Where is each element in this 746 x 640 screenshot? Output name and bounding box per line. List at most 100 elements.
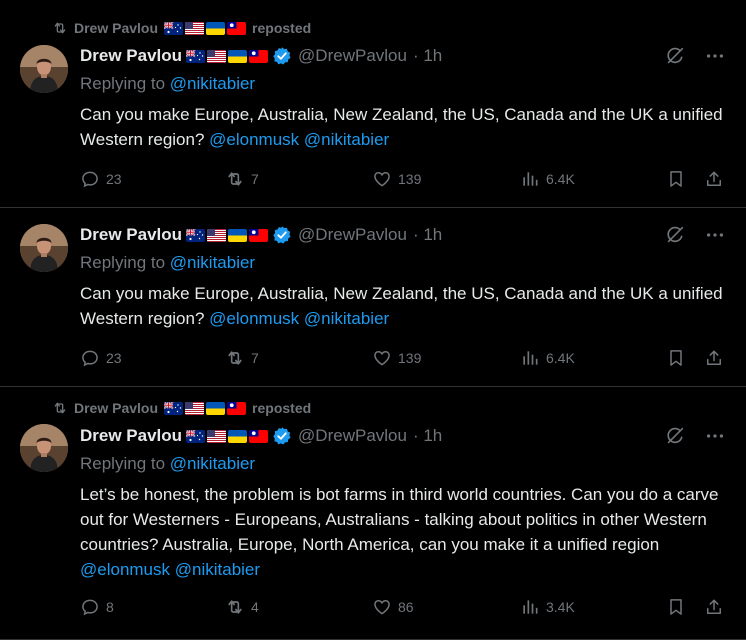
ukraine-flag-icon bbox=[206, 402, 225, 415]
author-handle[interactable]: @DrewPavlou bbox=[298, 225, 407, 245]
repost-indicator: Drew Pavlou reposted bbox=[52, 19, 311, 37]
share-icon bbox=[704, 348, 724, 368]
reply-button[interactable]: 23 bbox=[80, 169, 122, 189]
reply-button[interactable]: 8 bbox=[80, 597, 114, 617]
mention-link[interactable]: @elonmusk bbox=[209, 309, 299, 328]
repost-count: 7 bbox=[251, 350, 259, 366]
views-button[interactable]: 3.4K bbox=[520, 597, 575, 617]
views-button[interactable]: 6.4K bbox=[520, 169, 575, 189]
mention-link[interactable]: @elonmusk bbox=[209, 130, 299, 149]
verified-badge-icon[interactable] bbox=[272, 426, 292, 446]
views-button[interactable]: 6.4K bbox=[520, 348, 575, 368]
us-flag-icon bbox=[207, 229, 226, 242]
share-button[interactable] bbox=[704, 348, 724, 368]
heart-icon bbox=[372, 597, 392, 617]
tweet-text: Let’s be honest, the problem is bot farm… bbox=[80, 482, 730, 582]
tweet-top-actions bbox=[664, 45, 726, 67]
timestamp[interactable]: · 1h bbox=[413, 225, 442, 245]
replying-to-mention[interactable]: @nikitabier bbox=[170, 454, 255, 473]
bookmark-button[interactable] bbox=[666, 169, 686, 189]
like-button[interactable]: 139 bbox=[372, 348, 421, 368]
reply-count: 23 bbox=[106, 171, 122, 187]
replying-to: Replying to @nikitabier bbox=[80, 454, 255, 474]
tweet-1[interactable]: Drew Pavlou reposted Drew Pavlou @DrewPa… bbox=[0, 0, 746, 207]
tweet-2[interactable]: Drew Pavlou @DrewPavlou · 1h Replying to… bbox=[0, 208, 746, 386]
more-options-icon[interactable] bbox=[704, 425, 726, 447]
view-count: 6.4K bbox=[546, 171, 575, 187]
mention-link[interactable]: @elonmusk bbox=[80, 560, 170, 579]
timestamp[interactable]: · 1h bbox=[413, 46, 442, 66]
repost-button[interactable]: 7 bbox=[225, 169, 259, 189]
reply-count: 23 bbox=[106, 350, 122, 366]
grok-icon[interactable] bbox=[664, 224, 686, 246]
australia-flag-icon bbox=[186, 430, 205, 443]
more-options-icon[interactable] bbox=[704, 45, 726, 67]
tweet-top-actions bbox=[664, 224, 726, 246]
reply-icon bbox=[80, 169, 100, 189]
tweet-text: Can you make Europe, Australia, New Zeal… bbox=[80, 281, 730, 331]
ukraine-flag-icon bbox=[228, 50, 247, 63]
bookmark-button[interactable] bbox=[666, 348, 686, 368]
timestamp[interactable]: · 1h bbox=[413, 426, 442, 446]
bookmark-button[interactable] bbox=[666, 597, 686, 617]
view-count: 3.4K bbox=[546, 599, 575, 615]
like-count: 139 bbox=[398, 171, 422, 187]
more-options-icon[interactable] bbox=[704, 224, 726, 246]
taiwan-flag-icon bbox=[227, 402, 246, 415]
avatar[interactable] bbox=[20, 45, 68, 93]
share-button[interactable] bbox=[704, 169, 724, 189]
mention-link[interactable]: @nikitabier bbox=[304, 309, 389, 328]
taiwan-flag-icon bbox=[249, 229, 268, 242]
verified-badge-icon[interactable] bbox=[272, 225, 292, 245]
tweet-text-content: Let’s be honest, the problem is bot farm… bbox=[80, 485, 719, 554]
repost-user[interactable]: Drew Pavlou bbox=[74, 400, 158, 416]
repost-label: reposted bbox=[252, 400, 312, 416]
like-button[interactable]: 139 bbox=[372, 169, 421, 189]
replying-to-mention[interactable]: @nikitabier bbox=[170, 74, 255, 93]
repost-button[interactable]: 7 bbox=[225, 348, 259, 368]
us-flag-icon bbox=[207, 50, 226, 63]
australia-flag-icon bbox=[186, 229, 205, 242]
share-icon bbox=[704, 169, 724, 189]
mention-link[interactable]: @nikitabier bbox=[304, 130, 389, 149]
author-name[interactable]: Drew Pavlou bbox=[80, 225, 182, 245]
mention-link[interactable]: @nikitabier bbox=[175, 560, 260, 579]
taiwan-flag-icon bbox=[249, 50, 268, 63]
australia-flag-icon bbox=[164, 22, 183, 35]
flag-emojis bbox=[186, 430, 268, 443]
like-count: 86 bbox=[398, 599, 414, 615]
share-button[interactable] bbox=[704, 597, 724, 617]
tweet-actions: 23 7 139 6.4K bbox=[80, 169, 730, 193]
verified-badge-icon[interactable] bbox=[272, 46, 292, 66]
flag-emojis bbox=[186, 229, 268, 242]
author-name[interactable]: Drew Pavlou bbox=[80, 46, 182, 66]
avatar[interactable] bbox=[20, 224, 68, 272]
reply-button[interactable]: 23 bbox=[80, 348, 122, 368]
replying-to-mention[interactable]: @nikitabier bbox=[170, 253, 255, 272]
tweet-3[interactable]: Drew Pavlou reposted Drew Pavlou @DrewPa… bbox=[0, 387, 746, 640]
repost-button[interactable]: 4 bbox=[225, 597, 259, 617]
tweet-text-content: Can you make Europe, Australia, New Zeal… bbox=[80, 284, 723, 328]
like-button[interactable]: 86 bbox=[372, 597, 414, 617]
repost-count: 4 bbox=[251, 599, 259, 615]
grok-icon[interactable] bbox=[664, 425, 686, 447]
taiwan-flag-icon bbox=[249, 430, 268, 443]
reply-icon bbox=[80, 348, 100, 368]
ukraine-flag-icon bbox=[228, 430, 247, 443]
tweet-top-actions bbox=[664, 425, 726, 447]
author-handle[interactable]: @DrewPavlou bbox=[298, 46, 407, 66]
bookmark-icon bbox=[666, 169, 686, 189]
replying-prefix: Replying to bbox=[80, 74, 166, 93]
views-icon bbox=[520, 597, 540, 617]
reply-icon bbox=[80, 597, 100, 617]
tweet-header: Drew Pavlou @DrewPavlou · 1h bbox=[80, 44, 442, 68]
grok-icon[interactable] bbox=[664, 45, 686, 67]
avatar[interactable] bbox=[20, 424, 68, 472]
author-handle[interactable]: @DrewPavlou bbox=[298, 426, 407, 446]
repost-user[interactable]: Drew Pavlou bbox=[74, 20, 158, 36]
repost-icon bbox=[52, 20, 68, 36]
taiwan-flag-icon bbox=[227, 22, 246, 35]
ukraine-flag-icon bbox=[206, 22, 225, 35]
repost-icon bbox=[52, 400, 68, 416]
author-name[interactable]: Drew Pavlou bbox=[80, 426, 182, 446]
